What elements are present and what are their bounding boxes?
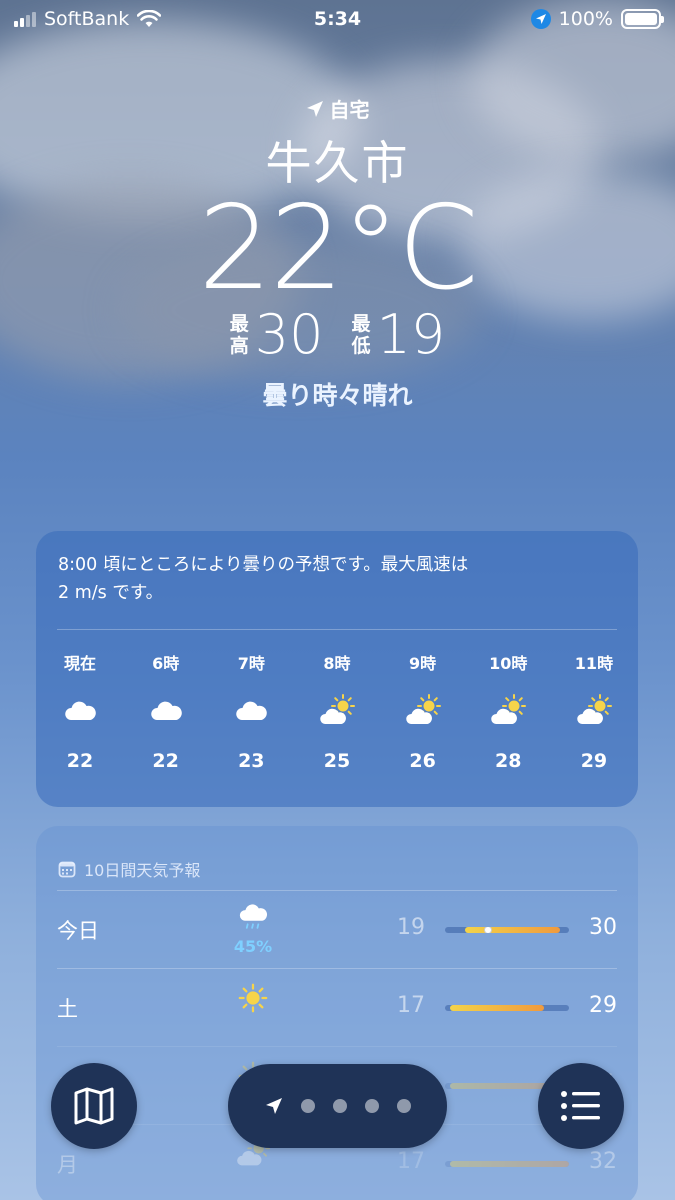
day-high-temp: 32	[589, 1149, 617, 1174]
day-row[interactable]: 土 17 29	[57, 968, 617, 1046]
hour-label: 7時	[237, 654, 265, 673]
battery-icon	[621, 9, 664, 29]
hour-temperature: 22	[152, 750, 179, 772]
low-temperature: 最 低 19	[352, 303, 446, 366]
location-services-icon	[530, 9, 551, 29]
page-dot[interactable]	[396, 1099, 411, 1113]
hour-item: 7時 23	[215, 650, 287, 772]
hour-item: 6時 22	[130, 650, 202, 772]
day-name: 月	[57, 1153, 78, 1177]
daily-forecast-title: 10日間天気予報	[36, 826, 638, 890]
hour-label: 6時	[152, 654, 180, 673]
hour-item: 8時 25	[301, 650, 373, 772]
partly-sunny-icon	[387, 682, 459, 742]
day-high-temp: 29	[589, 993, 617, 1018]
hour-label: 8時	[323, 654, 351, 673]
hour-item: 9時 26	[387, 650, 459, 772]
hour-temperature: 22	[66, 750, 94, 772]
current-location-page-icon[interactable]	[265, 1097, 283, 1115]
map-button[interactable]	[51, 1063, 137, 1149]
day-high-temp: 30	[589, 915, 617, 940]
hour-label: 10時	[489, 654, 528, 673]
hour-item: 現在 22	[44, 650, 116, 772]
page-dot[interactable]	[332, 1099, 347, 1113]
rain-cloud-icon: 45%	[233, 903, 273, 956]
map-icon	[74, 1087, 114, 1125]
calendar-icon	[58, 861, 76, 878]
hour-temperature: 29	[580, 750, 608, 772]
cloud-icon	[215, 682, 287, 742]
high-label: 最 高	[229, 312, 249, 357]
hourly-list[interactable]: 現在 22 6時 22 7時 23 8時 25 9時 26 10時 28 11時 29	[36, 650, 638, 772]
home-label: 自宅	[329, 98, 370, 122]
temperature-range-bar	[445, 1005, 569, 1011]
day-low-temp: 17	[397, 1149, 425, 1174]
day-row[interactable]: 今日 45% 19 30	[57, 890, 617, 968]
hour-label: 9時	[409, 654, 437, 673]
high-value: 30	[254, 303, 324, 366]
day-low-temp: 17	[397, 993, 425, 1018]
page-dot[interactable]	[364, 1099, 379, 1113]
day-name: 今日	[57, 919, 99, 943]
precipitation-chance: 45%	[233, 937, 273, 956]
hour-temperature: 23	[238, 750, 265, 772]
hour-label: 現在	[63, 654, 96, 673]
partly-sunny-icon	[558, 682, 630, 742]
hour-temperature: 26	[409, 750, 436, 772]
hour-temperature: 28	[495, 750, 522, 772]
weather-condition: 曇り時々晴れ	[262, 381, 413, 410]
city-list-button[interactable]	[538, 1063, 624, 1149]
page-dot[interactable]	[300, 1099, 315, 1113]
battery-percentage: 100%	[558, 8, 613, 30]
hour-item: 11時 29	[558, 650, 630, 772]
hour-temperature: 25	[323, 750, 351, 772]
page-indicator[interactable]	[228, 1064, 447, 1148]
forecast-summary: 8:00 頃にところにより曇りの予想です。最大風速は 2 m/s です。	[58, 555, 469, 603]
hour-item: 10時 28	[472, 650, 544, 772]
cloud-icon	[44, 682, 116, 742]
temperature-range-bar	[445, 1161, 569, 1167]
location-arrow-icon	[306, 100, 323, 117]
home-location-row: 自宅	[0, 94, 675, 123]
day-low-temp: 19	[397, 915, 425, 940]
low-label: 最 低	[351, 312, 371, 357]
divider	[57, 629, 617, 630]
high-temperature: 最 高 30	[230, 303, 324, 366]
day-name: 土	[57, 997, 78, 1021]
current-weather-header: 自宅 牛久市 22°C 最 高 30 最 低 19 曇り時々晴れ	[0, 94, 675, 412]
current-temperature: 22°C	[198, 181, 479, 316]
current-temp-marker	[484, 927, 492, 933]
sun-icon	[233, 981, 273, 1019]
partly-sunny-icon	[301, 682, 373, 742]
low-value: 19	[376, 303, 446, 366]
hour-label: 11時	[574, 654, 614, 673]
status-bar: SoftBank 5:34 100%	[0, 0, 675, 38]
temperature-range-bar	[445, 927, 569, 933]
status-right: 100%	[530, 8, 664, 30]
hourly-forecast-card[interactable]: 8:00 頃にところにより曇りの予想です。最大風速は 2 m/s です。 現在 2…	[36, 531, 638, 807]
daily-list[interactable]: 今日45%1930土1729日1731月1732	[36, 890, 638, 1200]
partly-sunny-icon	[472, 682, 544, 742]
cloud-icon	[130, 682, 202, 742]
list-icon	[561, 1091, 600, 1121]
